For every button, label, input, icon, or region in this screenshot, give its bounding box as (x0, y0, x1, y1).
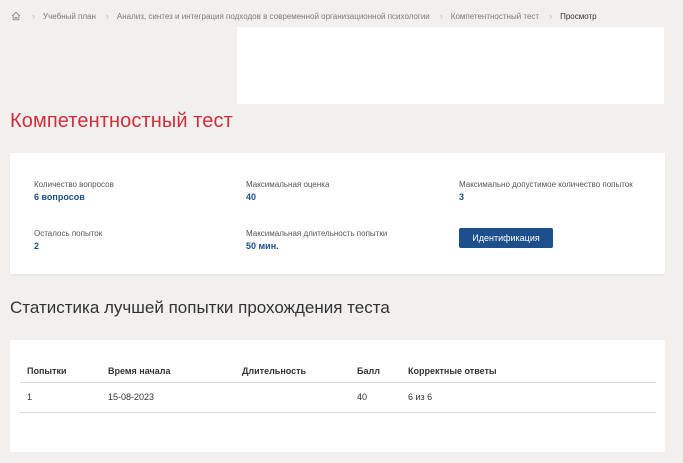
chevron-right-icon: › (105, 11, 109, 21)
max-score-value: 40 (246, 192, 257, 202)
banner-area (237, 27, 664, 104)
breadcrumb-link-course[interactable]: Анализ, синтез и интеграция подходов в с… (117, 12, 430, 21)
remaining-attempts-value: 2 (34, 241, 40, 251)
page-title: Компетентностный тест (10, 110, 233, 132)
questions-count-label: Количество вопросов (34, 180, 114, 189)
chevron-right-icon: › (32, 11, 35, 21)
cell-attempt: 1 (20, 382, 101, 413)
home-icon[interactable] (10, 10, 22, 22)
remaining-attempts-label: Осталось попыток (34, 229, 103, 238)
breadcrumb-link-curriculum[interactable]: Учебный план (43, 12, 96, 21)
stats-table: Попытки Время начала Длительность Балл К… (20, 360, 656, 413)
column-header-attempts: Попытки (20, 360, 101, 383)
table-header-row: Попытки Время начала Длительность Балл К… (20, 360, 656, 383)
max-duration-value: 50 мин. (246, 241, 279, 251)
breadcrumb: › Учебный план › Анализ, синтез и интегр… (10, 9, 597, 23)
stats-card: Попытки Время начала Длительность Балл К… (10, 340, 665, 452)
column-header-start-time: Время начала (101, 360, 235, 383)
column-header-duration: Длительность (235, 360, 350, 383)
remaining-attempts-field: Осталось попыток 2 (34, 229, 102, 252)
chevron-right-icon: › (549, 11, 553, 21)
chevron-right-icon: › (439, 11, 443, 21)
max-duration-label: Максимальная длительность попытки (246, 229, 388, 238)
cell-correct-answers: 6 из 6 (401, 382, 656, 413)
questions-count-value: 6 вопросов (34, 192, 85, 202)
page: › Учебный план › Анализ, синтез и интегр… (0, 0, 683, 463)
column-header-correct-answers: Корректные ответы (401, 360, 656, 383)
test-info-card: Количество вопросов 6 вопросов Максималь… (10, 153, 665, 274)
table-row: 1 15-08-2023 40 6 из 6 (20, 382, 656, 413)
max-score-field: Максимальная оценка 40 (246, 180, 329, 203)
max-attempts-value: 3 (459, 192, 465, 202)
max-duration-field: Максимальная длительность попытки 50 мин… (246, 229, 387, 252)
max-attempts-label: Максимально допустимое количество попыто… (459, 180, 633, 189)
breadcrumb-current: Просмотр (560, 11, 597, 21)
cell-duration (235, 382, 350, 413)
stats-section-title: Статистика лучшей попытки прохождения те… (10, 298, 390, 317)
column-header-score: Балл (350, 360, 401, 383)
max-attempts-field: Максимально допустимое количество попыто… (459, 180, 649, 203)
identification-button[interactable]: Идентификация (459, 228, 553, 248)
breadcrumb-link-test[interactable]: Компетентностный тест (451, 12, 539, 21)
cell-score: 40 (350, 382, 401, 413)
max-score-label: Максимальная оценка (246, 180, 330, 189)
cell-start-time: 15-08-2023 (101, 382, 235, 413)
questions-count-field: Количество вопросов 6 вопросов (34, 180, 114, 203)
